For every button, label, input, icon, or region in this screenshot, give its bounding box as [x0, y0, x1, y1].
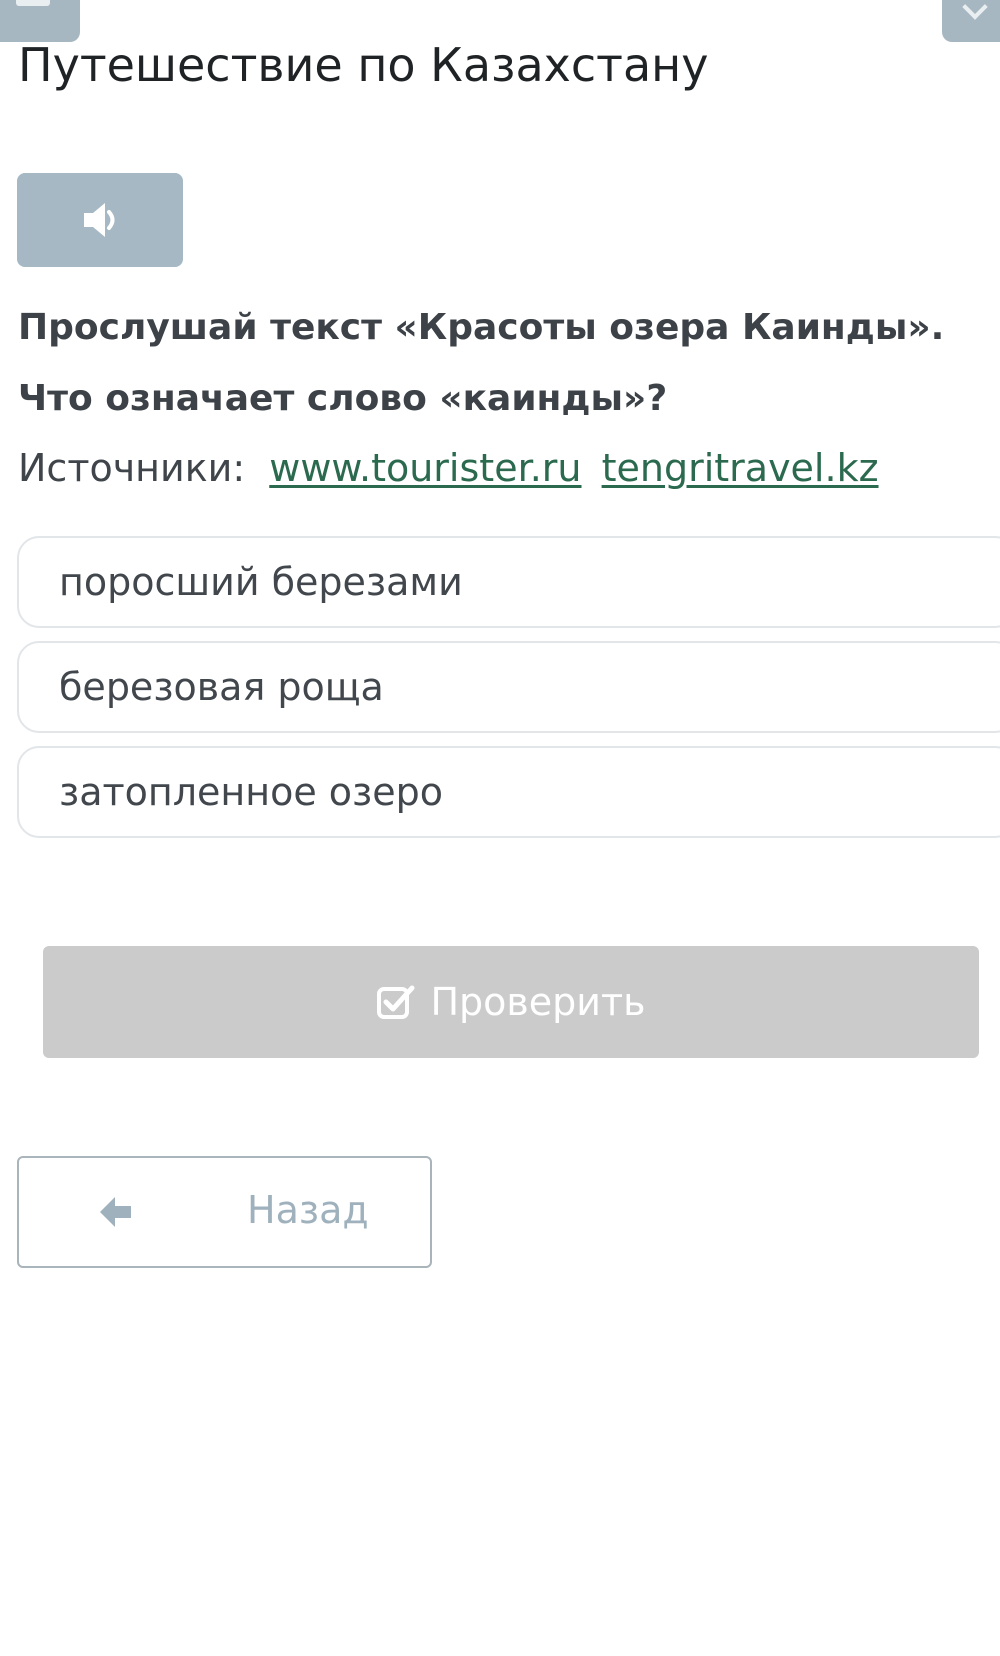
chevron-down-icon	[962, 0, 988, 20]
arrow-left-icon	[95, 1192, 135, 1232]
source-link-tengritravel[interactable]: tengritravel.kz	[602, 446, 879, 490]
top-left-tab[interactable]	[0, 0, 80, 42]
source-link-tourister[interactable]: www.tourister.ru	[269, 446, 581, 490]
back-button[interactable]: Назад	[17, 1156, 432, 1268]
answer-option[interactable]: березовая роща	[17, 641, 1000, 733]
top-right-tab[interactable]	[942, 0, 1000, 42]
sources-line: Источники: www.tourister.ru tengritravel…	[18, 446, 879, 490]
back-button-label: Назад	[247, 1188, 369, 1232]
check-button-label: Проверить	[430, 980, 646, 1024]
page-title: Путешествие по Казахстану	[18, 38, 709, 92]
answer-option[interactable]: поросший березами	[17, 536, 1000, 628]
play-audio-button[interactable]	[17, 173, 183, 267]
question-instruction: Прослушай текст «Красоты озера Каинды».	[18, 307, 945, 348]
sources-label: Источники:	[18, 446, 246, 490]
question-text: Что означает слово «каинды»?	[18, 378, 668, 419]
answer-option[interactable]: затопленное озеро	[17, 746, 1000, 838]
check-square-icon	[376, 982, 416, 1022]
menu-icon	[16, 0, 50, 6]
check-button[interactable]: Проверить	[43, 946, 979, 1058]
speaker-icon	[84, 203, 115, 237]
